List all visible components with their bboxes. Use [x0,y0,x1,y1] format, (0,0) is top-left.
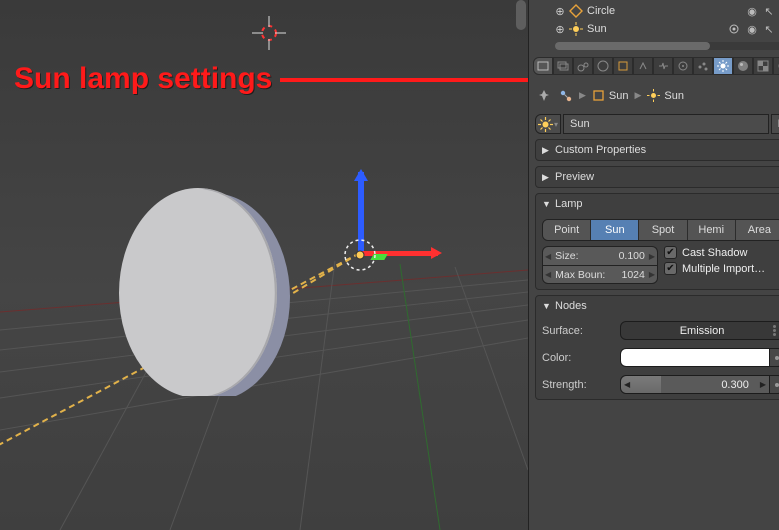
breadcrumb-object[interactable]: Sun [592,89,629,102]
outliner-item-label: Sun [587,23,717,35]
datablock-name-input[interactable] [563,114,769,134]
lamp-sun-icon [569,22,583,36]
pin-icon[interactable] [537,88,552,103]
cast-shadow-checkbox[interactable]: ✔ Cast Shadow [664,246,779,259]
strength-label: Strength: [542,379,620,391]
field-value: 0.100 [619,250,645,262]
breadcrumb-data[interactable]: Sun [647,89,684,102]
panel-header[interactable]: ▼ Lamp ⠿ [536,194,779,214]
chevron-right-icon[interactable]: ▶ [649,252,655,261]
lamp-type-hemi[interactable]: Hemi [688,220,736,240]
panel-header[interactable]: ▶ Custom Properties ⠿ [536,140,779,160]
tab-texture[interactable] [753,57,773,75]
rna-icon[interactable] [558,88,573,103]
datablock-type-icon[interactable]: ▾ [535,114,561,134]
chevron-down-icon: ▼ [542,199,551,209]
breadcrumb-object-label: Sun [609,90,629,102]
tab-constraints[interactable] [633,57,653,75]
outliner-row-sun[interactable]: ⊕ Sun ◉ ↖ ▣ [555,20,779,38]
surface-value: Emission [680,325,725,337]
tab-unknown[interactable] [773,57,779,75]
viewport-scrollbar[interactable] [516,0,526,30]
chevron-left-icon[interactable]: ◀ [545,270,551,279]
panel-title: Nodes [555,300,587,312]
tab-scene[interactable] [573,57,593,75]
panel-lamp: ▼ Lamp ⠿ Point Sun Spot Hemi Area ◀ Size… [535,193,779,290]
chevron-right-icon: ▶ [635,90,642,101]
expand-icon[interactable]: ⊕ [555,23,565,36]
lamp-type-area[interactable]: Area [736,220,779,240]
lamp-type-selector: Point Sun Spot Hemi Area [542,219,779,241]
chevron-down-icon: ▼ [542,301,551,311]
viewport-3d[interactable]: Sun lamp settings [0,0,528,530]
chevron-left-icon[interactable]: ◀ [545,252,551,261]
surface-label: Surface: [542,325,620,337]
field-label: Max Boun: [555,269,617,281]
color-swatch[interactable] [620,348,770,367]
multiple-importance-checkbox[interactable]: ✔ Multiple Import… [664,262,779,275]
fake-user-button[interactable]: F [771,114,779,134]
strength-slider[interactable]: ◀ 0.300 ▶ [620,375,770,394]
lamp-size-field[interactable]: ◀ Size: 0.100 ▶ [542,246,658,265]
panel-header[interactable]: ▶ Preview ⠿ [536,167,779,187]
tab-world[interactable] [593,57,613,75]
outliner-row-circle[interactable]: ⊕ Circle ◉ ↖ ▣ [555,2,779,20]
node-socket-button[interactable] [770,375,779,394]
chevron-right-icon[interactable]: ▶ [757,380,769,389]
visibility-eye-icon[interactable]: ◉ [745,4,759,18]
color-label: Color: [542,352,620,364]
lamp-type-point[interactable]: Point [543,220,591,240]
visibility-eye-icon[interactable]: ◉ [745,22,759,36]
lamp-maxbounces-field[interactable]: ◀ Max Boun: 1024 ▶ [542,265,658,284]
checkbox-icon: ✔ [664,246,677,259]
properties-tab-strip [529,54,779,80]
panel-title: Preview [555,171,594,183]
chevron-right-icon: ▶ [542,145,551,156]
checkbox-label: Multiple Import… [682,263,765,275]
mesh-circle-icon [569,4,583,18]
outliner[interactable]: ⊕ Circle ◉ ↖ ▣ ⊕ Sun ◉ ↖ ▣ [529,0,779,54]
selectable-cursor-icon[interactable]: ↖ [762,4,776,18]
tab-modifiers[interactable] [653,57,673,75]
panel-title: Custom Properties [555,144,646,156]
expand-icon[interactable]: ⊕ [555,5,565,18]
panel-nodes: ▼ Nodes ⠿ Surface: Emission Color: [535,295,779,400]
annotation-arrow [280,78,528,82]
datablock-name-row: ▾ F [535,114,779,134]
breadcrumb: ▶ Sun ▶ Sun [535,84,779,109]
tab-render[interactable] [533,57,553,75]
sun-lamp-object[interactable] [343,238,377,272]
node-socket-button[interactable] [770,348,779,367]
surface-dropdown[interactable]: Emission [620,321,779,340]
tab-object[interactable] [613,57,633,75]
outliner-item-label: Circle [587,5,741,17]
selectable-cursor-icon[interactable]: ↖ [762,22,776,36]
chevron-right-icon: ▶ [579,90,586,101]
checkbox-label: Cast Shadow [682,247,747,259]
strength-value: 0.300 [721,379,757,391]
mesh-disc-object[interactable] [100,186,300,396]
cursor-3d [249,13,289,53]
tab-particles[interactable] [693,57,713,75]
lamp-data-icon [727,22,741,36]
tab-object-data-lamp[interactable] [713,57,733,75]
tab-physics[interactable] [673,57,693,75]
field-label: Size: [555,250,614,262]
panel-header[interactable]: ▼ Nodes ⠿ [536,296,779,316]
outliner-scrollbar[interactable] [555,42,779,50]
panel-title: Lamp [555,198,583,210]
field-value: 1024 [621,269,644,281]
panel-custom-properties: ▶ Custom Properties ⠿ [535,139,779,161]
lamp-type-spot[interactable]: Spot [639,220,687,240]
chevron-right-icon: ▶ [542,172,551,183]
panel-preview: ▶ Preview ⠿ [535,166,779,188]
lamp-type-sun[interactable]: Sun [591,220,639,240]
tab-render-layers[interactable] [553,57,573,75]
chevron-right-icon[interactable]: ▶ [649,270,655,279]
checkbox-icon: ✔ [664,262,677,275]
properties-panel: ⊕ Circle ◉ ↖ ▣ ⊕ Sun ◉ ↖ ▣ [528,0,779,530]
tab-material[interactable] [733,57,753,75]
breadcrumb-data-label: Sun [664,90,684,102]
chevron-left-icon[interactable]: ◀ [621,380,633,389]
